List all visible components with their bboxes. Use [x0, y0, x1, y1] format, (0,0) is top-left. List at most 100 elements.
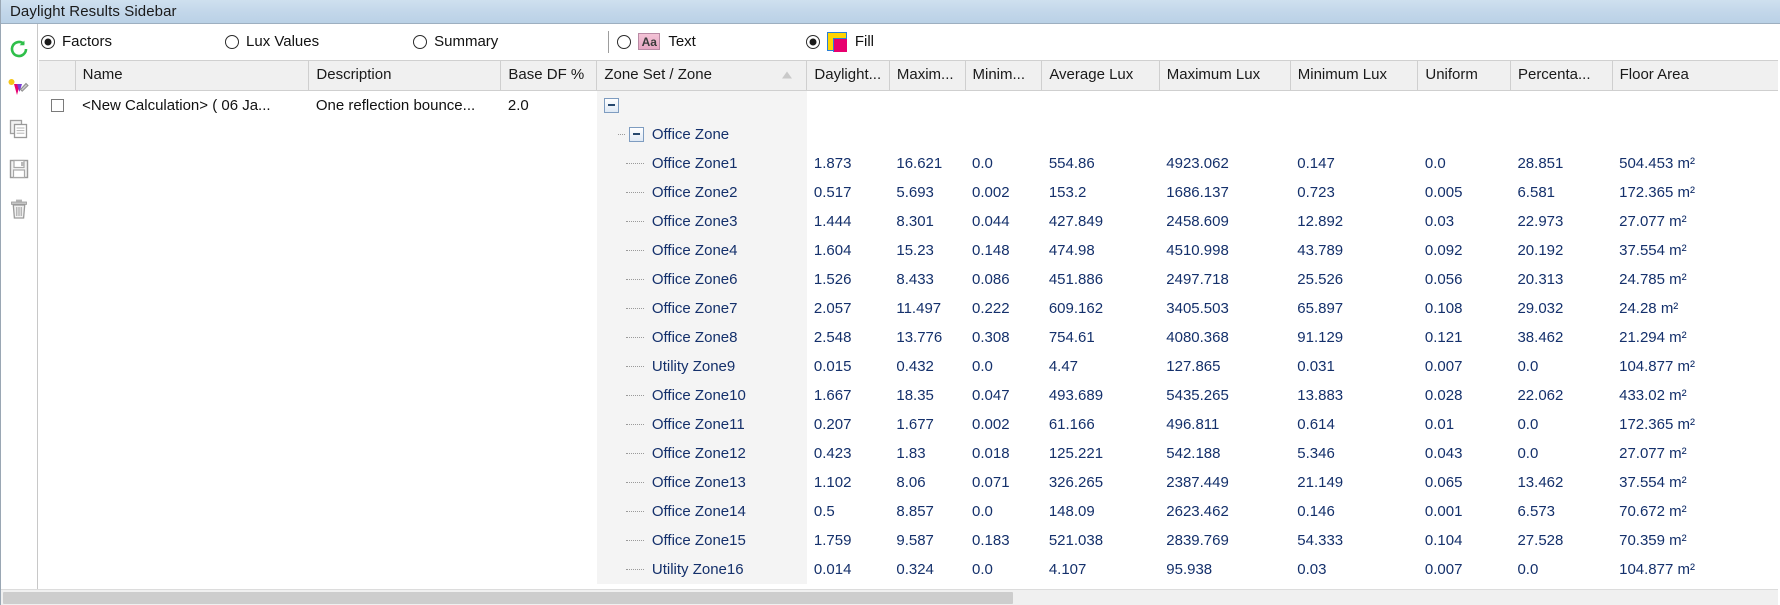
column-header-floor_area[interactable]: Floor Area [1612, 61, 1780, 91]
table-row[interactable]: Office Zone1 1.873 16.621 0.0 554.86 4923.062… [39, 148, 1780, 178]
cell-zone[interactable]: Office Zone10 [596, 380, 807, 410]
radio-button-indicator[interactable] [41, 34, 55, 49]
calculation-row[interactable]: <New Calculation> ( 06 Ja... One reflecti… [39, 90, 1780, 120]
radio-summary[interactable]: Summary [413, 33, 498, 50]
column-header-zone[interactable]: Zone Set / Zone [596, 61, 808, 91]
table-row[interactable]: Utility Zone9 0.015 0.432 0.0 4.47 127.865 0.0… [39, 351, 1780, 381]
table-row[interactable]: Office Zone10 1.667 18.35 0.047 493.689 5435.… [39, 380, 1780, 410]
zone-set-row[interactable]: Office Zone [39, 119, 1780, 149]
radio-button-indicator[interactable] [225, 34, 240, 49]
table-row[interactable]: Office Zone12 0.423 1.83 0.018 125.221 542.18… [39, 438, 1780, 468]
zone-label: Office Zone8 [651, 328, 738, 346]
horizontal-scrollbar[interactable] [1, 589, 1780, 605]
tree-collapse-icon[interactable] [603, 97, 619, 113]
radio-button-indicator[interactable] [805, 34, 820, 49]
column-header-maxim[interactable]: Maxim... [889, 61, 966, 91]
cell-zone[interactable]: Office Zone7 [596, 293, 807, 323]
cell-check [39, 468, 75, 497]
calculation-checkbox-cell[interactable] [39, 90, 75, 120]
column-header-name[interactable]: Name [75, 61, 310, 91]
cell-minim [965, 120, 1042, 149]
cell-avg_lux: 4.47 [1048, 357, 1079, 375]
calculation-checkbox[interactable] [51, 99, 65, 113]
zone-set-cell[interactable]: Office Zone [596, 119, 807, 149]
cell-min_lux: 13.883 [1297, 386, 1344, 404]
table-row[interactable]: Utility Zone16 0.014 0.324 0.0 4.107 95.938 0.… [39, 554, 1780, 584]
table-row[interactable]: Office Zone7 2.057 11.497 0.222 609.162 3405.… [39, 293, 1780, 323]
fill-swatch-icon [826, 32, 848, 52]
cell-max_lux: 4923.062 [1166, 154, 1229, 172]
column-header-description[interactable]: Description [308, 61, 502, 91]
column-header-max_lux[interactable]: Maximum Lux [1159, 61, 1291, 91]
tree-connector [625, 481, 644, 483]
cell-daylight [807, 120, 889, 149]
delete-icon[interactable] [4, 192, 34, 226]
results-table-container[interactable]: Name Description Base DF % Zone Set / Zone D… [39, 60, 1780, 589]
table-row[interactable]: Office Zone11 0.207 1.677 0.002 61.166 496.81… [39, 409, 1780, 439]
cell-base_df [501, 236, 597, 265]
table-row[interactable]: Office Zone4 1.604 15.23 0.148 474.98 4510.99… [39, 235, 1780, 265]
table-row[interactable]: Office Zone6 1.526 8.433 0.086 451.886 2497.7… [39, 264, 1780, 294]
cell-max_lux: 2497.718 [1166, 270, 1229, 288]
radio-lux-values[interactable]: Lux Values [225, 33, 319, 50]
cell-maxim: 0.324 [896, 560, 934, 578]
table-row[interactable]: Office Zone13 1.102 8.06 0.071 326.265 2387.4… [39, 467, 1780, 497]
column-header-check[interactable] [39, 61, 76, 91]
cell-zone[interactable]: Office Zone11 [596, 409, 807, 439]
radio-factors[interactable]: Factors [41, 33, 112, 50]
cell-zone[interactable]: Office Zone14 [596, 496, 807, 526]
cell-max_lux: 2387.449 [1166, 473, 1229, 491]
zone-tree-root-cell[interactable] [596, 90, 807, 120]
cell-maxim: 8.06 [896, 473, 926, 491]
cell-check [39, 236, 75, 265]
cell-name [75, 120, 309, 149]
cell-maxim [889, 120, 965, 149]
cell-zone[interactable]: Utility Zone16 [596, 554, 807, 584]
color-pen-icon[interactable] [4, 72, 34, 106]
cell-zone[interactable]: Office Zone15 [596, 525, 807, 555]
column-header-uniform[interactable]: Uniform [1417, 61, 1511, 91]
daylight-results-sidebar: Daylight Results Sidebar Factors Lux Valu… [0, 0, 1780, 605]
radio-button-indicator[interactable] [413, 34, 428, 49]
cell-maxim: 8.857 [896, 502, 934, 520]
table-row[interactable]: Office Zone14 0.5 8.857 0.0 148.09 2623.462 0.… [39, 496, 1780, 526]
cell-description [309, 294, 501, 323]
column-header-avg_lux[interactable]: Average Lux [1041, 61, 1160, 91]
save-icon[interactable] [4, 152, 34, 186]
cell-minim [965, 90, 1042, 120]
column-header-percenta[interactable]: Percenta... [1510, 61, 1613, 91]
table-row[interactable]: Office Zone3 1.444 8.301 0.044 427.849 2458.6… [39, 206, 1780, 236]
cell-zone[interactable]: Office Zone13 [596, 467, 807, 497]
cell-zone[interactable]: Office Zone3 [596, 206, 807, 236]
tree-collapse-icon[interactable] [628, 126, 644, 142]
cell-zone[interactable]: Office Zone8 [596, 322, 807, 352]
column-header-daylight[interactable]: Daylight... [806, 61, 890, 91]
cell-zone[interactable]: Office Zone2 [596, 177, 807, 207]
cell-avg_lux: 474.98 [1048, 241, 1095, 259]
cell-name [75, 555, 309, 584]
cell-max_lux: 542.188 [1166, 444, 1221, 462]
cell-name: <New Calculation> ( 06 Ja... [82, 96, 271, 114]
cell-maxim: 1.83 [896, 444, 926, 462]
cell-check [39, 381, 75, 410]
radio-fill[interactable]: Fill [805, 32, 874, 52]
column-header-base_df[interactable]: Base DF % [500, 61, 598, 91]
table-row[interactable]: Office Zone2 0.517 5.693 0.002 153.2 1686.137… [39, 177, 1780, 207]
cell-zone[interactable]: Office Zone12 [596, 438, 807, 468]
cell-description [309, 352, 501, 381]
table-row[interactable]: Office Zone15 1.759 9.587 0.183 521.038 2839.… [39, 525, 1780, 555]
radio-text[interactable]: Aa Text [617, 33, 696, 50]
cell-zone[interactable]: Office Zone6 [596, 264, 807, 294]
column-header-min_lux[interactable]: Minimum Lux [1290, 61, 1419, 91]
scrollbar-thumb[interactable] [3, 591, 1013, 604]
radio-button-indicator[interactable] [617, 34, 632, 49]
cell-zone[interactable]: Utility Zone9 [596, 351, 807, 381]
column-header-minim[interactable]: Minim... [965, 61, 1043, 91]
tree-connector [625, 278, 644, 280]
cell-zone[interactable]: Office Zone1 [596, 148, 807, 178]
cell-check [39, 323, 75, 352]
table-row[interactable]: Office Zone8 2.548 13.776 0.308 754.61 4080.3… [39, 322, 1780, 352]
cell-zone[interactable]: Office Zone4 [596, 235, 807, 265]
copy-icon[interactable] [4, 112, 34, 146]
refresh-icon[interactable] [4, 32, 34, 66]
